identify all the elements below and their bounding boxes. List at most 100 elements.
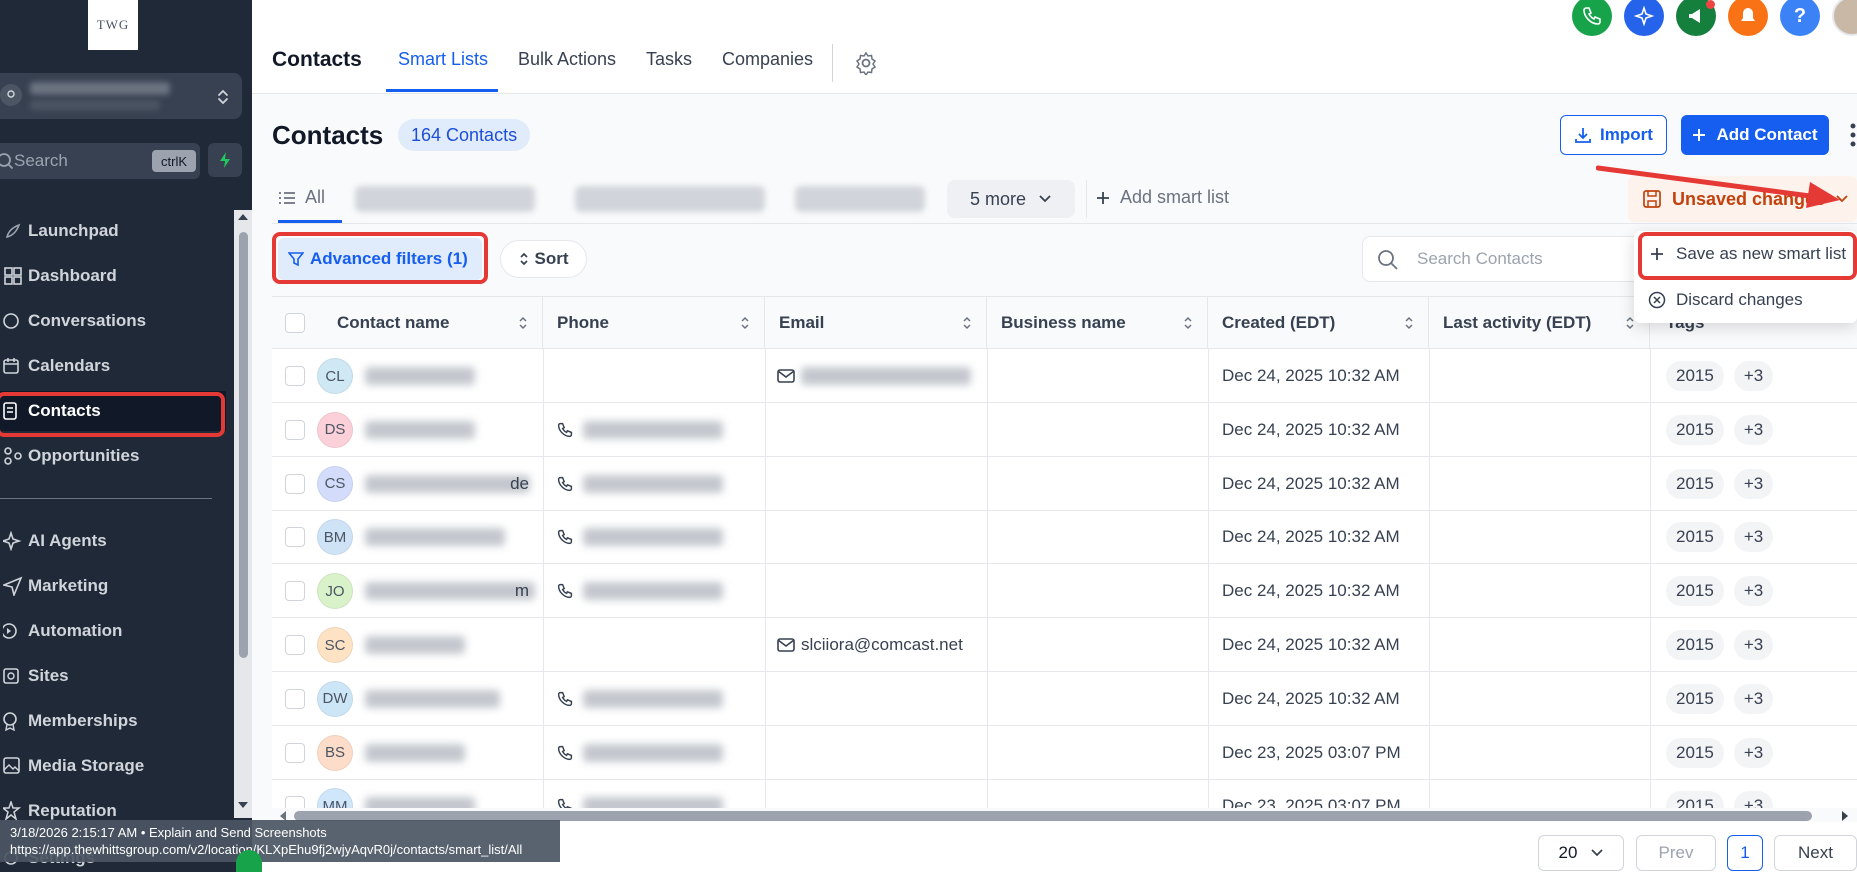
sidebar-item-conversations[interactable]: Conversations	[0, 301, 226, 341]
import-button[interactable]: Import	[1560, 115, 1667, 155]
current-page-button[interactable]: 1	[1727, 835, 1763, 871]
sort-button[interactable]: Sort	[500, 240, 587, 278]
company-logo[interactable]: TWG	[88, 0, 138, 50]
table-row[interactable]: DW Dec 24, 2025 10:32 AM 2015 +3	[272, 671, 1857, 726]
tag-chip[interactable]: 2015	[1666, 522, 1724, 553]
column-header-created[interactable]: Created (EDT)	[1208, 297, 1429, 349]
row-checkbox[interactable]	[284, 635, 305, 655]
phone-cell[interactable]	[543, 726, 765, 780]
contact-name-cell[interactable]: MM	[317, 779, 543, 808]
phone-cell[interactable]	[543, 457, 765, 511]
row-checkbox[interactable]	[284, 688, 305, 709]
table-row[interactable]: DS Dec 24, 2025 10:32 AM 2015 +3	[272, 402, 1857, 457]
phone-cell[interactable]	[543, 779, 765, 808]
gear-icon[interactable]	[854, 51, 878, 75]
sidebar-item-calendars[interactable]: Calendars	[0, 346, 226, 386]
select-all-checkbox[interactable]	[284, 313, 305, 333]
email-cell[interactable]	[765, 672, 987, 726]
phone-cell[interactable]	[543, 672, 765, 726]
scroll-right-arrow[interactable]	[1840, 810, 1850, 822]
table-row[interactable]: SC slciiora@comcast.net Dec 24, 2025 10:32…	[272, 618, 1857, 672]
email-cell[interactable]	[765, 726, 987, 780]
email-cell[interactable]	[765, 564, 987, 618]
more-tags-chip[interactable]: +3	[1733, 737, 1774, 768]
row-checkbox[interactable]	[284, 473, 305, 494]
email-cell[interactable]	[765, 779, 987, 808]
tag-chip[interactable]: 2015	[1666, 791, 1724, 808]
tag-chip[interactable]: 2015	[1666, 414, 1724, 445]
contact-name-cell[interactable]: DS	[317, 403, 543, 457]
quick-action-button[interactable]	[208, 143, 242, 177]
sidebar-item-marketing[interactable]: Marketing	[0, 566, 226, 606]
sidebar-item-automation[interactable]: Automation	[0, 611, 226, 651]
column-header-email[interactable]: Email	[765, 297, 987, 349]
phone-cell[interactable]	[543, 618, 765, 672]
contact-name-cell[interactable]: SC	[317, 618, 543, 672]
table-row[interactable]: CL Dec 24, 2025 10:32 AM 2015 +3	[272, 349, 1857, 403]
more-options-icon[interactable]	[1850, 122, 1856, 148]
tab-companies[interactable]: Companies	[722, 49, 813, 70]
table-row[interactable]: MM Dec 23, 2025 03:07 PM 2015 +3	[272, 779, 1857, 808]
contact-name-cell[interactable]: JO m	[317, 564, 543, 618]
email-cell[interactable]	[765, 349, 987, 403]
table-row[interactable]: CS de Dec 24, 2025 10:32 AM 2015 +3	[272, 456, 1857, 511]
tag-chip[interactable]: 2015	[1666, 468, 1724, 499]
tag-chip[interactable]: 2015	[1666, 630, 1724, 660]
more-tags-chip[interactable]: +3	[1733, 414, 1774, 445]
more-tags-chip[interactable]: +3	[1733, 791, 1774, 808]
row-checkbox[interactable]	[284, 366, 305, 386]
contact-name-cell[interactable]: BM	[317, 510, 543, 564]
smartlist-tab-redacted[interactable]	[795, 186, 925, 212]
prev-page-button[interactable]: Prev	[1636, 835, 1716, 871]
table-row[interactable]: BM Dec 24, 2025 10:32 AM 2015 +3	[272, 510, 1857, 565]
more-tags-chip[interactable]: +3	[1733, 630, 1774, 660]
column-header-last-activity[interactable]: Last activity (EDT)	[1429, 297, 1650, 349]
row-checkbox[interactable]	[284, 581, 305, 602]
table-row[interactable]: BS Dec 23, 2025 03:07 PM 2015 +3	[272, 725, 1857, 780]
more-tags-chip[interactable]: +3	[1733, 683, 1774, 714]
email-cell[interactable]	[765, 403, 987, 457]
row-checkbox[interactable]	[284, 527, 305, 548]
discard-changes-item[interactable]: Discard changes	[1634, 277, 1857, 323]
contact-name-cell[interactable]: DW	[317, 672, 543, 726]
scroll-up-arrow[interactable]	[236, 212, 250, 222]
tab-tasks[interactable]: Tasks	[646, 49, 692, 70]
sidebar-item-memberships[interactable]: Memberships	[0, 701, 226, 741]
sidebar-scrollbar-thumb[interactable]	[239, 232, 248, 658]
smartlist-tab-redacted[interactable]	[355, 186, 535, 212]
phone-cell[interactable]	[543, 510, 765, 564]
search-contacts-input[interactable]: Search Contacts	[1362, 236, 1642, 282]
smartlist-tab-all[interactable]: All	[279, 187, 325, 208]
help-widget-corner[interactable]	[236, 850, 262, 872]
sidebar-item-sites[interactable]: Sites	[0, 656, 226, 696]
sidebar-item-dashboard[interactable]: Dashboard	[0, 256, 226, 296]
email-cell[interactable]: slciiora@comcast.net	[765, 618, 987, 672]
more-tags-chip[interactable]: +3	[1733, 576, 1774, 607]
phone-cell[interactable]	[543, 349, 765, 403]
phone-cell[interactable]	[543, 403, 765, 457]
row-checkbox[interactable]	[284, 796, 305, 808]
column-header-phone[interactable]: Phone	[543, 297, 765, 349]
next-page-button[interactable]: Next	[1774, 835, 1857, 871]
table-row[interactable]: JO m Dec 24, 2025 10:32 AM 2015 +3	[272, 564, 1857, 619]
phone-cell[interactable]	[543, 564, 765, 618]
column-header-contact-name[interactable]: Contact name	[317, 297, 543, 349]
page-size-select[interactable]: 20	[1538, 835, 1624, 871]
smartlist-tab-redacted[interactable]	[575, 186, 765, 212]
tab-bulk-actions[interactable]: Bulk Actions	[518, 49, 616, 70]
sidebar-item-ai-agents[interactable]: AI Agents	[0, 521, 226, 561]
email-cell[interactable]	[765, 457, 987, 511]
sidebar-item-opportunities[interactable]: Opportunities	[0, 436, 226, 476]
email-cell[interactable]	[765, 510, 987, 564]
account-switcher[interactable]	[0, 73, 242, 119]
row-checkbox[interactable]	[284, 419, 305, 440]
tag-chip[interactable]: 2015	[1666, 737, 1724, 768]
tab-smart-lists[interactable]: Smart Lists	[398, 49, 488, 70]
contact-name-cell[interactable]: BS	[317, 726, 543, 780]
column-header-business-name[interactable]: Business name	[987, 297, 1208, 349]
add-smartlist-button[interactable]: Add smart list	[1096, 187, 1229, 208]
scroll-down-arrow[interactable]	[236, 800, 250, 810]
sidebar-item-media-storage[interactable]: Media Storage	[0, 746, 226, 786]
more-smartlists-dropdown[interactable]: 5 more	[947, 180, 1075, 218]
row-checkbox[interactable]	[284, 742, 305, 763]
